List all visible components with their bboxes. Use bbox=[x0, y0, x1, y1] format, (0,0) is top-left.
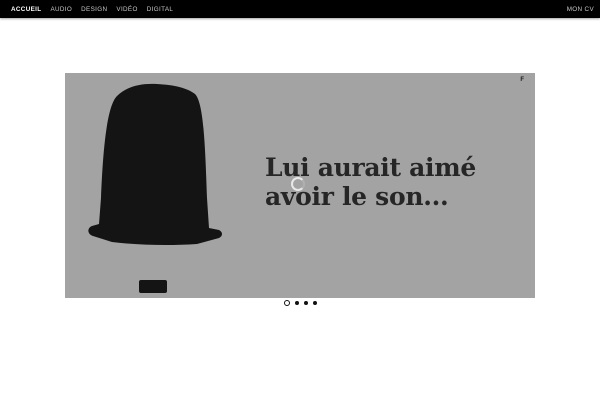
hero-slider[interactable]: F Lui aurait aimé avoir le son... bbox=[65, 73, 535, 298]
bowler-hat-icon bbox=[88, 83, 223, 293]
nav-item-design[interactable]: DESIGN bbox=[81, 6, 107, 13]
corner-mark: F bbox=[520, 77, 524, 83]
pagination-dot-3[interactable] bbox=[303, 301, 308, 305]
pagination-dot-2[interactable] bbox=[294, 301, 299, 305]
nav-item-digital[interactable]: DIGITAL bbox=[147, 6, 173, 13]
loading-spinner-icon bbox=[291, 177, 305, 191]
nav-item-accueil[interactable]: ACCUEIL bbox=[11, 6, 41, 13]
pagination-dot-4[interactable] bbox=[312, 301, 317, 305]
pagination-dot-1[interactable] bbox=[283, 300, 290, 306]
nav-item-audio[interactable]: AUDIO bbox=[50, 6, 72, 13]
mon-cv-link[interactable]: MON CV bbox=[567, 0, 594, 18]
nav-item-video[interactable]: VIDÉO bbox=[116, 6, 137, 13]
slider-pagination bbox=[0, 300, 600, 306]
top-navigation-bar: ACCUEIL AUDIO DESIGN VIDÉO DIGITAL MON C… bbox=[0, 0, 600, 18]
main-nav: ACCUEIL AUDIO DESIGN VIDÉO DIGITAL bbox=[11, 0, 182, 18]
